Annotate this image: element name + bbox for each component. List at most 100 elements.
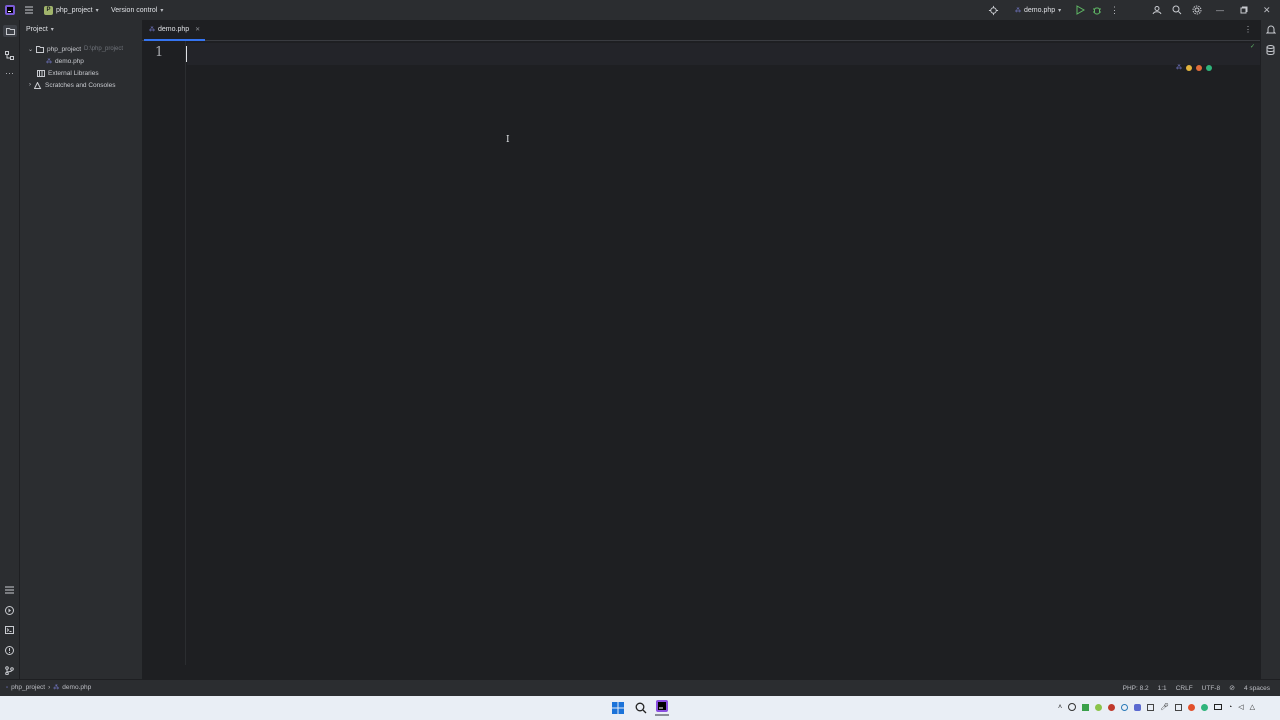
account-icon[interactable] — [1152, 0, 1162, 20]
code-editor[interactable]: 1 ⁂ ✓ I — [142, 41, 1260, 679]
tray-app-icon[interactable] — [1200, 703, 1208, 711]
breadcrumb-item[interactable]: demo.php — [62, 684, 91, 691]
line-number-gutter: 1 — [142, 41, 186, 665]
breadcrumb: ▫ php_project › ⁂ demo.php — [6, 684, 91, 691]
indent-widget[interactable]: 4 spaces — [1244, 685, 1270, 692]
tree-item-demo-php[interactable]: ⁂ demo.php — [46, 55, 84, 67]
php-version-widget[interactable]: PHP: 8.2 — [1123, 685, 1149, 692]
tree-item-project-root[interactable]: ⌄ php_project D:\php_project — [28, 43, 123, 55]
encoding-widget[interactable]: UTF-8 — [1202, 685, 1220, 692]
scratches-icon — [34, 81, 42, 89]
php-file-icon: ⁂ — [149, 27, 155, 33]
readonly-lock-icon[interactable]: ⊘ — [1229, 684, 1235, 692]
restore-icon[interactable] — [1240, 0, 1248, 20]
chevron-right-icon: › — [48, 684, 51, 691]
line-separator-widget[interactable]: CRLF — [1176, 685, 1193, 692]
tab-label: demo.php — [158, 26, 190, 33]
chevron-right-icon: › — [29, 82, 31, 88]
taskbar-search-icon[interactable] — [635, 702, 647, 716]
database-icon[interactable] — [1266, 45, 1275, 57]
main-menu-icon[interactable] — [23, 0, 35, 20]
edge-browser-icon[interactable] — [1206, 64, 1212, 71]
inspection-widget[interactable]: ⁂ — [1176, 64, 1212, 71]
microphone-icon[interactable]: 🎤︎ — [1160, 703, 1169, 711]
more-tools-icon[interactable]: ··· — [5, 68, 14, 78]
tray-app-icon[interactable] — [1174, 703, 1182, 711]
run-config-label: demo.php — [1024, 6, 1056, 14]
chevron-down-icon: ▾ — [50, 27, 54, 33]
tray-app-icon[interactable] — [1134, 703, 1142, 711]
git-icon[interactable] — [5, 666, 14, 677]
tree-item-label: demo.php — [55, 57, 84, 65]
close-window-icon[interactable]: ✕ — [1263, 0, 1271, 20]
run-icon[interactable] — [1075, 0, 1085, 20]
breadcrumb-item[interactable]: php_project — [11, 684, 45, 691]
editor-tab-bar: ⁂ demo.php ✕ ⋮ — [142, 20, 1260, 41]
folder-icon — [36, 45, 45, 53]
project-panel-header[interactable]: Project ▾ — [26, 26, 54, 33]
tree-item-scratches[interactable]: › Scratches and Consoles — [29, 79, 115, 91]
current-line-highlight — [187, 43, 1260, 65]
run-config-selector[interactable]: ⁂ demo.php ▾ — [1015, 0, 1061, 20]
php-file-icon: ⁂ — [1015, 7, 1021, 14]
php-file-icon: ⁂ — [46, 58, 52, 65]
tray-app-icon[interactable] — [1095, 703, 1103, 711]
project-switcher[interactable]: P php_project ▾ — [44, 0, 99, 20]
tray-app-icon[interactable] — [1068, 703, 1077, 711]
phpstorm-taskbar-icon[interactable] — [655, 700, 669, 716]
os-taskbar: ˄ 🎤︎ ◔ ◁ △ — [0, 696, 1280, 720]
todo-icon[interactable] — [5, 586, 14, 596]
right-tool-strip — [1260, 20, 1280, 679]
php-file-icon: ⁂ — [53, 685, 60, 691]
tree-item-path: D:\php_project — [84, 46, 124, 52]
problems-icon[interactable] — [5, 646, 14, 657]
inspection-ok-icon[interactable]: ✓ — [1250, 43, 1255, 50]
tree-item-label: php_project — [47, 45, 82, 53]
structure-icon[interactable] — [5, 51, 14, 62]
project-tool-icon[interactable] — [3, 25, 17, 37]
caret-position-widget[interactable]: 1:1 — [1158, 685, 1167, 692]
more-actions-icon[interactable]: ⋮ — [1110, 0, 1119, 20]
app-logo-icon[interactable] — [4, 0, 16, 20]
line-number: 1 — [155, 45, 164, 60]
network-icon[interactable]: ◔ — [1228, 704, 1232, 711]
tray-app-icon[interactable] — [1187, 703, 1195, 711]
search-icon[interactable] — [1172, 0, 1182, 20]
tree-item-label: External Libraries — [48, 69, 99, 77]
project-name: php_project — [56, 6, 93, 14]
tray-app-icon[interactable] — [1147, 703, 1155, 711]
services-icon[interactable] — [5, 606, 14, 617]
left-tool-strip: ··· — [0, 20, 20, 679]
tree-item-external-libraries[interactable]: External Libraries — [37, 67, 99, 79]
display-icon[interactable] — [1213, 704, 1222, 710]
libraries-icon — [37, 69, 45, 77]
tab-options-icon[interactable]: ⋮ — [1244, 25, 1252, 34]
chevron-down-icon: ▾ — [95, 7, 99, 14]
system-tray: ˄ 🎤︎ ◔ ◁ △ — [1058, 703, 1255, 711]
debug-gear-icon[interactable] — [988, 0, 999, 20]
notifications-icon[interactable] — [1265, 25, 1277, 37]
chevron-down-icon: ▾ — [160, 7, 164, 14]
close-tab-icon[interactable]: ✕ — [195, 26, 200, 33]
version-control-label: Version control — [111, 6, 158, 14]
firefox-browser-icon[interactable] — [1196, 64, 1202, 71]
tab-demo-php[interactable]: ⁂ demo.php ✕ — [144, 20, 205, 41]
minimize-icon[interactable]: — — [1216, 0, 1224, 20]
tray-app-icon[interactable] — [1082, 703, 1090, 711]
tray-app-icon[interactable] — [1108, 703, 1116, 711]
status-widgets: PHP: 8.2 1:1 CRLF UTF-8 ⊘ 4 spaces — [1123, 684, 1270, 693]
notifications-bell-icon[interactable]: △ — [1250, 703, 1255, 711]
version-control-menu[interactable]: Version control ▾ — [111, 0, 163, 20]
windows-start-icon[interactable] — [612, 702, 624, 716]
tray-app-icon[interactable] — [1121, 703, 1129, 711]
tree-item-label: Scratches and Consoles — [45, 81, 116, 89]
debug-bug-icon[interactable] — [1092, 0, 1102, 20]
mouse-ibeam-icon: I — [506, 135, 510, 145]
terminal-icon[interactable] — [5, 626, 14, 636]
chevron-up-icon[interactable]: ˄ — [1058, 704, 1062, 711]
module-icon: ▫ — [6, 684, 9, 691]
settings-gear-icon[interactable] — [1192, 0, 1202, 20]
chrome-browser-icon[interactable] — [1186, 64, 1192, 71]
project-panel: Project ▾ ⌄ php_project D:\php_project ⁂… — [20, 20, 142, 679]
volume-icon[interactable]: ◁ — [1238, 703, 1243, 711]
